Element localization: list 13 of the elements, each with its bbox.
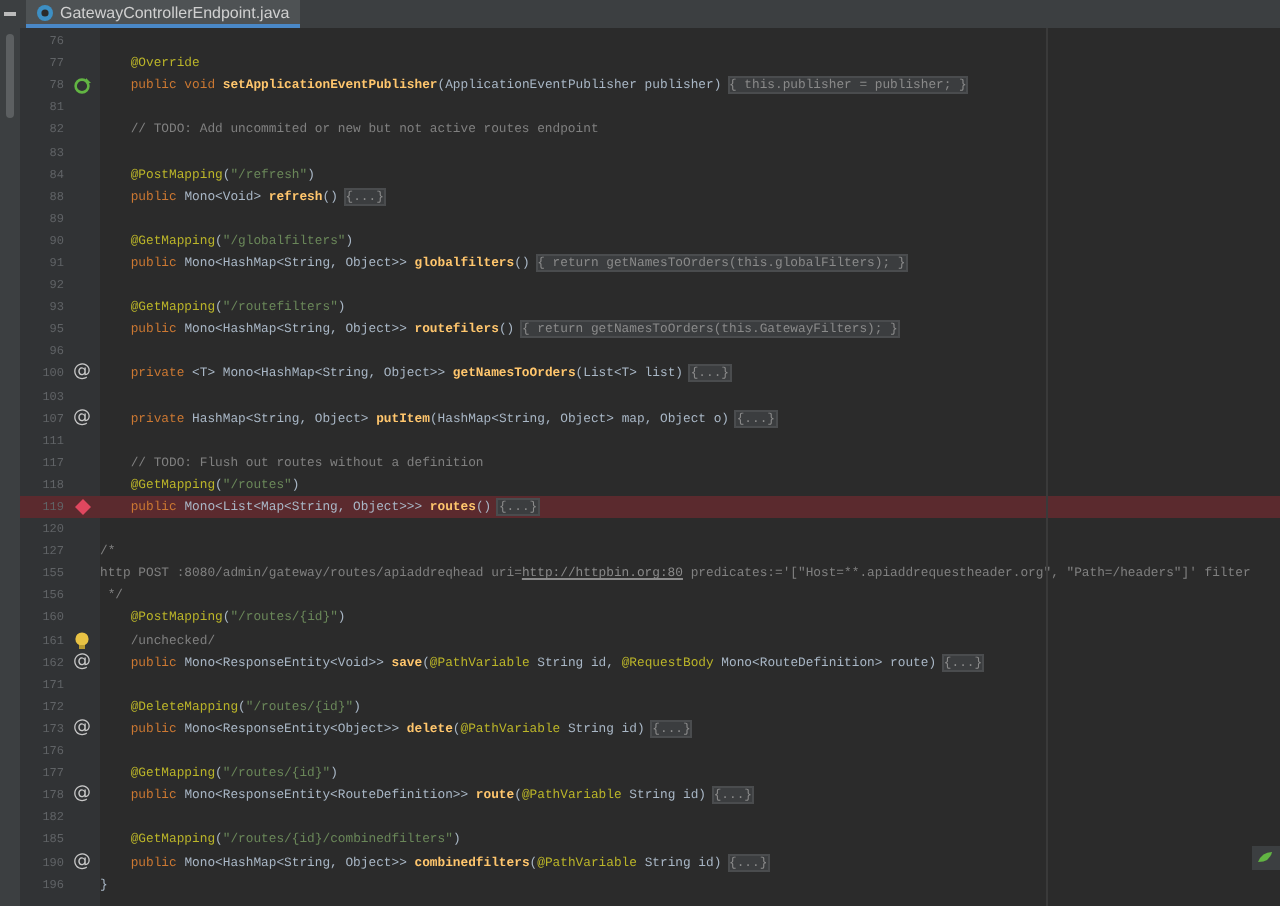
notification-icon[interactable]	[1252, 846, 1280, 870]
mapping-icon[interactable]: @	[73, 364, 91, 383]
mapping-icon[interactable]: @	[73, 653, 91, 672]
override-icon[interactable]	[73, 76, 91, 95]
scrollbar-thumb[interactable]	[6, 34, 14, 118]
file-tab[interactable]: GatewayControllerEndpoint.java	[26, 0, 300, 28]
lightbulb-icon[interactable]	[74, 631, 90, 650]
mapping-icon[interactable]: @	[73, 409, 91, 428]
mapping-icon[interactable]: @	[73, 719, 91, 738]
mapping-icon[interactable]: @	[73, 786, 91, 805]
mapping-icon[interactable]: @	[73, 853, 91, 872]
java-class-icon	[36, 3, 54, 21]
breakpoint-icon[interactable]	[73, 498, 91, 517]
